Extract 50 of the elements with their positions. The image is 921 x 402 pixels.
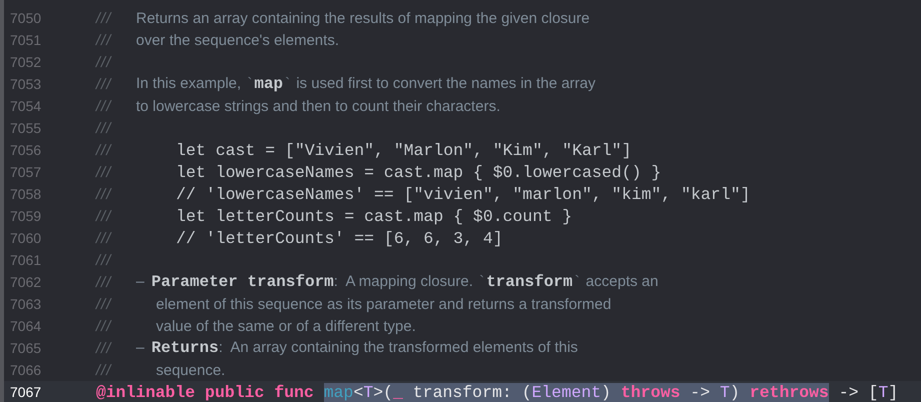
doc-comment-text: value of the same or of a different type. [155, 318, 416, 334]
doc-comment-text: sequence. [155, 362, 226, 378]
doc-comment-marker: /// [96, 98, 113, 114]
line-number: 7051 [9, 32, 42, 48]
doc-comment-text: let letterCounts = cast.map { $0.count } [175, 206, 572, 226]
doc-comment-marker: /// [96, 296, 113, 312]
doc-comment-marker: /// [96, 54, 113, 70]
doc-comment-text: to lowercase strings and then to count their characters. [136, 98, 500, 114]
line-number: 7060 [9, 230, 42, 246]
doc-comment-text: – Returns: An array containing the transformed elements of this [136, 339, 578, 357]
line-number: 7061 [9, 252, 42, 268]
line-number: 7064 [9, 318, 42, 334]
doc-comment-marker: /// [96, 252, 113, 268]
doc-comment-marker: /// [96, 230, 113, 246]
line-number: 7053 [9, 76, 42, 92]
doc-comment-marker: /// [96, 340, 113, 356]
doc-comment-text: // 'lowercaseNames' == ["vivien", "marlon", "kim", "karl"] [175, 184, 750, 204]
doc-comment-text: over the sequence's elements. [136, 32, 339, 48]
doc-comment-marker: /// [96, 76, 113, 92]
doc-comment-marker: /// [96, 362, 113, 378]
line-number: 7056 [9, 142, 42, 158]
line-number: 7065 [9, 340, 42, 356]
doc-comment-marker: /// [96, 208, 113, 224]
doc-comment-marker: /// [96, 186, 113, 202]
line-number: 7055 [9, 120, 42, 136]
line-number: 7067 [9, 384, 42, 400]
doc-comment-marker: /// [96, 318, 113, 334]
line-number: 7063 [9, 296, 42, 312]
doc-comment-marker: /// [96, 120, 113, 136]
doc-comment-text: let cast = ["Vivien", "Marlon", "Kim", "Karl"] [175, 140, 632, 160]
doc-comment-marker: /// [96, 164, 113, 180]
line-number: 7059 [9, 208, 42, 224]
doc-comment-text: let lowercaseNames = cast.map { $0.lowercased() } [175, 162, 662, 182]
line-number: 7054 [9, 98, 42, 114]
doc-comment-text: In this example, `map` is used first to convert the names in the array [136, 75, 596, 93]
doc-comment-marker: /// [96, 142, 113, 158]
doc-comment-marker: /// [96, 32, 113, 48]
code-line: @inlinable public func map<T>(_ transform: (Element) throws -> T) rethrows -> [T] [96, 382, 898, 402]
line-number: 7057 [9, 164, 42, 180]
line-number: 7050 [9, 10, 42, 26]
line-number: 7052 [9, 54, 42, 70]
doc-comment-text: Returns an array containing the results of mapping the given closure [136, 10, 590, 26]
doc-comment-marker: /// [96, 274, 113, 290]
doc-comment-text: element of this sequence as its parameter and returns a transformed [155, 296, 612, 312]
doc-comment-text: – Parameter transform: A mapping closure. `transform` accepts an [136, 273, 658, 291]
line-number: 7062 [9, 274, 42, 290]
doc-comment-text: // 'letterCounts' == [6, 6, 3, 4] [175, 228, 503, 248]
doc-comment-marker: /// [96, 10, 113, 26]
line-number: 7066 [9, 362, 42, 378]
line-number: 7058 [9, 186, 42, 202]
